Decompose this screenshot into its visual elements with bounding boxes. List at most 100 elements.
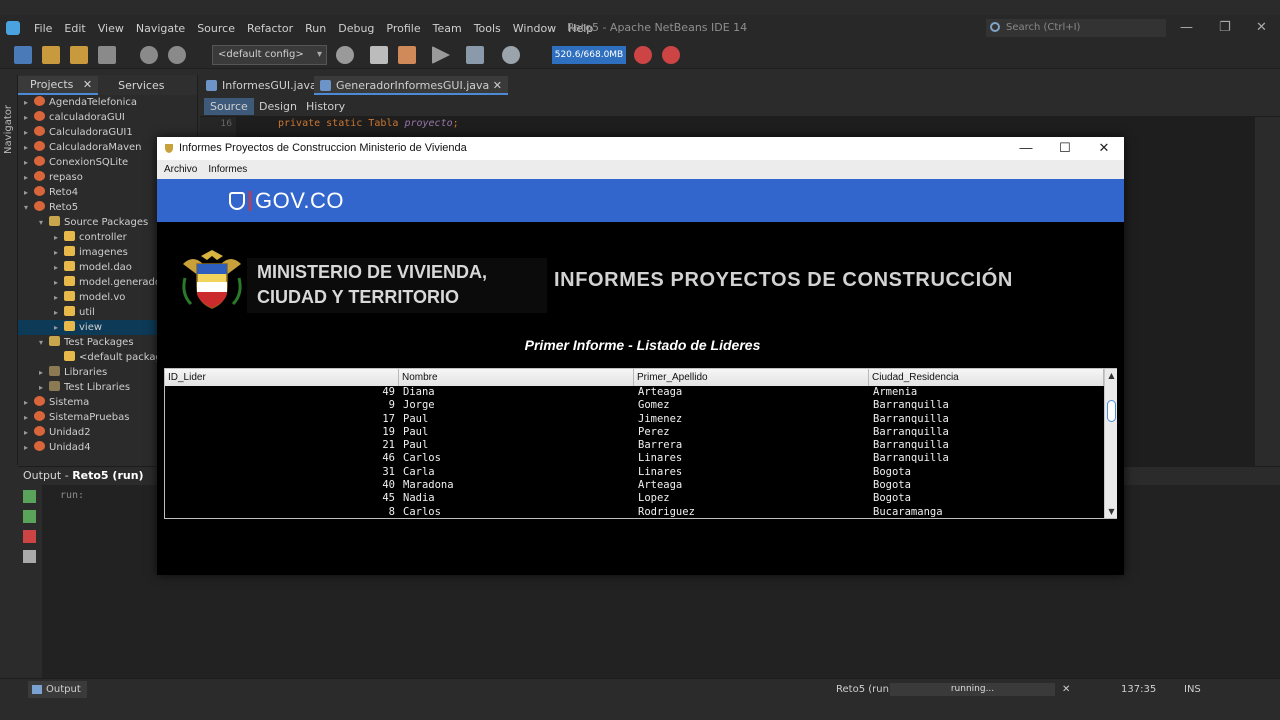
menu-file[interactable]: File <box>28 22 58 35</box>
scroll-up-icon[interactable]: ▲ <box>1105 369 1118 382</box>
collapsed-icon[interactable]: ▸ <box>24 140 34 155</box>
collapsed-icon[interactable]: ▸ <box>54 245 64 260</box>
undo-icon[interactable] <box>140 46 158 64</box>
tab-generadorinformesgui[interactable]: GeneradorInformesGUI.java ✕ <box>314 76 508 95</box>
cell-nombre: Paul <box>403 425 429 438</box>
table-scrollbar[interactable]: ▲ ▼ <box>1104 369 1117 518</box>
table-row[interactable]: 17 Paul Jimenez Barranquilla <box>165 413 1104 426</box>
menu-debug[interactable]: Debug <box>332 22 380 35</box>
open-project-icon[interactable] <box>70 46 88 64</box>
tab-services[interactable]: Services <box>112 77 170 94</box>
globe-icon[interactable] <box>336 46 354 64</box>
rerun-with-args-icon[interactable] <box>23 510 36 523</box>
menu-source[interactable]: Source <box>191 22 241 35</box>
collapsed-icon[interactable]: ▸ <box>54 290 64 305</box>
collapsed-icon[interactable]: ▸ <box>24 110 34 125</box>
settings-icon[interactable] <box>23 550 36 563</box>
expanded-icon[interactable]: ▾ <box>39 215 49 230</box>
expanded-icon[interactable]: ▾ <box>24 200 34 215</box>
gc-icon[interactable] <box>662 46 680 64</box>
collapsed-icon[interactable]: ▸ <box>39 365 49 380</box>
menu-view[interactable]: View <box>92 22 130 35</box>
new-project-icon[interactable] <box>42 46 60 64</box>
collapsed-icon[interactable]: ▸ <box>24 185 34 200</box>
close-icon[interactable]: ✕ <box>1256 20 1267 35</box>
collapsed-icon[interactable]: ▸ <box>39 380 49 395</box>
column-header[interactable]: Nombre <box>399 369 634 386</box>
menu-profile[interactable]: Profile <box>380 22 426 35</box>
menu-team[interactable]: Team <box>427 22 468 35</box>
scroll-thumb[interactable] <box>1107 400 1116 422</box>
collapsed-icon[interactable]: ▸ <box>54 260 64 275</box>
cell-nombre: Paul <box>403 439 429 452</box>
tree-item[interactable]: ▸ calculadoraGUI <box>18 110 197 125</box>
profile-icon[interactable] <box>502 46 520 64</box>
table-row[interactable]: 31 Carla Linares Bogota <box>165 466 1104 479</box>
ide-search-input[interactable]: Search (Ctrl+I) <box>986 19 1166 37</box>
history-view-button[interactable]: History <box>300 98 351 115</box>
redo-icon[interactable] <box>168 46 186 64</box>
menu-refactor[interactable]: Refactor <box>241 22 299 35</box>
debug-icon[interactable] <box>466 46 484 64</box>
gc-icon[interactable] <box>634 46 652 64</box>
collapsed-icon[interactable]: ▸ <box>24 155 34 170</box>
column-header[interactable]: ID_Lider <box>165 369 399 386</box>
rerun-icon[interactable] <box>23 490 36 503</box>
maximize-icon[interactable]: ❐ <box>1219 20 1231 35</box>
save-all-icon[interactable] <box>98 46 116 64</box>
app-maximize-icon[interactable]: ☐ <box>1045 137 1085 160</box>
menu-navigate[interactable]: Navigate <box>130 22 191 35</box>
table-row[interactable]: 19 Paul Perez Barranquilla <box>165 426 1104 439</box>
run-icon[interactable] <box>432 46 450 64</box>
menu-archivo[interactable]: Archivo <box>160 160 201 179</box>
column-header[interactable]: Primer_Apellido <box>634 369 869 386</box>
design-view-button[interactable]: Design <box>253 98 303 115</box>
tree-item[interactable]: ▸ AgendaTelefonica <box>18 95 197 110</box>
collapsed-icon[interactable]: ▸ <box>24 95 34 110</box>
navigator-strip[interactable]: Navigator <box>0 75 18 465</box>
collapsed-icon[interactable]: ▸ <box>54 230 64 245</box>
app-close-icon[interactable]: ✕ <box>1084 137 1124 160</box>
output-tab[interactable]: Output <box>28 681 87 698</box>
tree-item-label: util <box>79 307 95 318</box>
memory-indicator[interactable]: 520.6/668.0MB <box>552 46 626 64</box>
report-subtitle-text: Primer Informe - Listado de Lideres <box>524 337 761 353</box>
tree-item-label: <default packag <box>79 352 162 363</box>
collapsed-icon[interactable]: ▸ <box>24 410 34 425</box>
tab-informesgui[interactable]: InformesGUI.java <box>200 76 323 95</box>
table-row[interactable]: 8 Carlos Rodriguez Bucaramanga <box>165 506 1104 518</box>
scroll-down-icon[interactable]: ▼ <box>1105 505 1118 518</box>
collapsed-icon[interactable]: ▸ <box>24 440 34 455</box>
collapsed-icon[interactable]: ▸ <box>54 275 64 290</box>
cancel-task-icon[interactable]: ✕ <box>1062 679 1070 700</box>
expanded-icon[interactable]: ▾ <box>39 335 49 350</box>
menu-tools[interactable]: Tools <box>468 22 507 35</box>
collapsed-icon[interactable]: ▸ <box>24 395 34 410</box>
table-row[interactable]: 46 Carlos Linares Barranquilla <box>165 452 1104 465</box>
menu-informes[interactable]: Informes <box>204 160 251 179</box>
source-view-button[interactable]: Source <box>204 98 254 115</box>
menu-edit[interactable]: Edit <box>58 22 91 35</box>
collapsed-icon[interactable]: ▸ <box>24 425 34 440</box>
table-row[interactable]: 21 Paul Barrera Barranquilla <box>165 439 1104 452</box>
build-hammer-icon[interactable] <box>370 46 388 64</box>
collapsed-icon[interactable]: ▸ <box>54 305 64 320</box>
app-minimize-icon[interactable]: — <box>1006 137 1046 160</box>
collapsed-icon[interactable]: ▸ <box>24 170 34 185</box>
config-select[interactable]: <default config> ▾ <box>212 45 327 65</box>
clean-build-icon[interactable] <box>398 46 416 64</box>
table-row[interactable]: 49 Diana Arteaga Armenia <box>165 386 1104 399</box>
minimize-icon[interactable]: — <box>1180 20 1193 35</box>
new-file-icon[interactable] <box>14 46 32 64</box>
table-row[interactable]: 40 Maradona Arteaga Bogota <box>165 479 1104 492</box>
column-header[interactable]: Ciudad_Residencia <box>869 369 1104 386</box>
table-row[interactable]: 45 Nadia Lopez Bogota <box>165 492 1104 505</box>
menu-run[interactable]: Run <box>299 22 332 35</box>
collapsed-icon[interactable]: ▸ <box>54 320 64 335</box>
tab-projects[interactable]: Projects ✕ <box>18 75 99 95</box>
collapsed-icon[interactable]: ▸ <box>24 125 34 140</box>
menu-window[interactable]: Window <box>507 22 562 35</box>
stop-icon[interactable] <box>23 530 36 543</box>
editor-scrollbar[interactable] <box>1255 117 1280 467</box>
table-row[interactable]: 9 Jorge Gomez Barranquilla <box>165 399 1104 412</box>
